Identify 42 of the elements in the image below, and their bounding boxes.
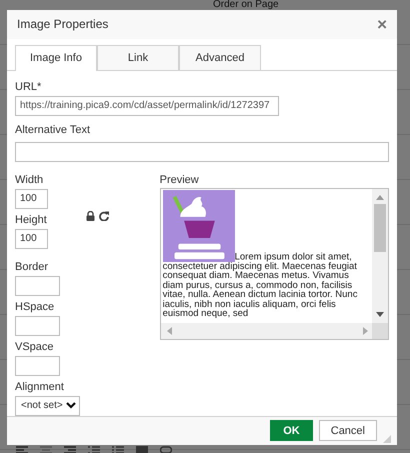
scroll-up-icon[interactable] — [376, 194, 384, 200]
align-left-icon[interactable] — [16, 446, 28, 453]
vspace-field[interactable] — [15, 356, 60, 376]
lock-icon[interactable] — [86, 210, 95, 220]
alignment-dropdown[interactable]: <not set> — [15, 396, 80, 416]
bullet-list-icon[interactable] — [112, 446, 124, 453]
vertical-scrollbar[interactable] — [372, 188, 388, 322]
url-field[interactable]: https://training.pica9.com/cd/asset/permalink/id/1272397 — [15, 96, 279, 116]
numbered-list-icon[interactable] — [88, 446, 100, 453]
field-label: HSpace — [15, 300, 56, 314]
dialog-title: Image Properties — [17, 17, 108, 32]
chevron-down-icon — [66, 402, 76, 409]
field-label: URL* — [15, 80, 42, 94]
field-label: Preview — [160, 174, 200, 186]
field-label: Alternative Text — [15, 124, 92, 136]
field-label: VSpace — [15, 340, 55, 354]
cancel-button[interactable]: Cancel — [318, 420, 377, 442]
align-right-icon[interactable] — [64, 446, 76, 453]
field-label: Border — [15, 260, 50, 274]
page-heading: Order on Page — [213, 0, 279, 10]
alt-text-field[interactable] — [15, 142, 389, 162]
height-field[interactable]: 100 — [15, 228, 48, 248]
hspace-field[interactable] — [15, 316, 60, 336]
tab[interactable]: Link — [97, 44, 179, 70]
resize-grip-icon[interactable] — [383, 435, 391, 443]
preview-text: Lorem ipsum dolor sit amet, consectetuer adipiscing elit. Maecenas feugiat consequat diam. Maecenas metus. Vivamus diam purus, cursus a, commodo non, facilisis vitae, nulla. Aenean dictum lacinia tortor. Nunc iaculis, nibh non iaculis aliquam, orci felis euismod neque, sed — [162, 250, 358, 320]
horizontal-scrollbar[interactable] — [160, 322, 372, 338]
width-field[interactable]: 100 — [15, 188, 48, 208]
link-icon[interactable] — [160, 446, 172, 453]
field-label: Alignment — [15, 380, 65, 394]
field-label: Width — [15, 174, 44, 186]
scroll-right-icon[interactable] — [362, 326, 368, 334]
border-field[interactable] — [15, 276, 60, 296]
align-center-icon[interactable] — [40, 446, 52, 453]
ok-button[interactable]: OK — [270, 420, 313, 442]
reset-icon[interactable] — [99, 210, 109, 220]
field-label: Height — [15, 214, 48, 226]
close-button[interactable]: × — [377, 16, 387, 33]
scroll-left-icon[interactable] — [166, 326, 172, 334]
tab[interactable]: Advanced — [179, 44, 261, 70]
scroll-down-icon[interactable] — [376, 312, 384, 316]
tab[interactable]: Image Info — [15, 44, 97, 70]
